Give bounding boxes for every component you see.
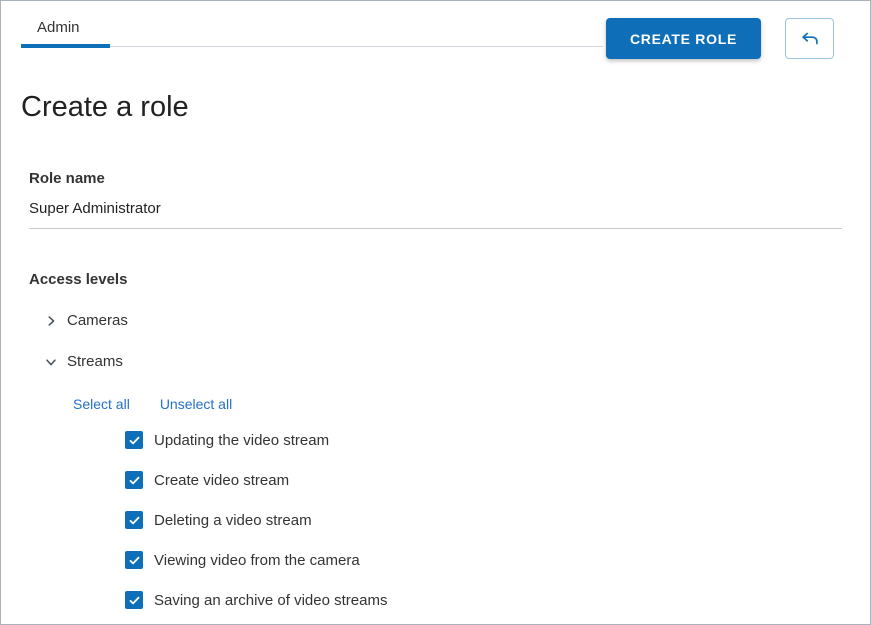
access-levels-section: Access levels Cameras Streams Select all… — [29, 271, 842, 612]
permission-label: Viewing video from the camera — [154, 552, 360, 569]
undo-arrow-icon — [799, 28, 821, 50]
permission-label: Create video stream — [154, 472, 289, 489]
group-cameras-label: Cameras — [67, 312, 128, 329]
permission-label: Deleting a video stream — [154, 512, 312, 529]
chevron-down-icon — [43, 354, 59, 370]
role-name-input[interactable] — [29, 200, 842, 229]
permission-row: Viewing video from the camera — [29, 548, 842, 572]
permission-label: Saving an archive of video streams — [154, 592, 387, 609]
permissions-list: Updating the video stream Create video s… — [29, 428, 842, 612]
group-cameras[interactable]: Cameras — [29, 312, 842, 329]
page-title: Create a role — [21, 91, 870, 124]
bulk-select-links: Select all Unselect all — [29, 396, 842, 412]
permission-label: Updating the video stream — [154, 432, 329, 449]
permission-row: Create video stream — [29, 468, 842, 492]
role-name-field: Role name — [29, 170, 842, 229]
permission-row: Updating the video stream — [29, 428, 842, 452]
access-levels-label: Access levels — [29, 271, 842, 288]
group-streams-label: Streams — [67, 353, 123, 370]
create-role-page: Admin CREATE ROLE Create a role Role nam… — [0, 0, 871, 625]
role-name-label: Role name — [29, 170, 842, 187]
permission-row: Saving an archive of video streams — [29, 588, 842, 612]
top-bar: Admin CREATE ROLE — [1, 1, 870, 65]
group-streams[interactable]: Streams — [29, 353, 842, 370]
tab-bar: Admin — [21, 11, 603, 47]
create-role-button[interactable]: CREATE ROLE — [606, 18, 761, 59]
checkbox-checked-icon[interactable] — [125, 511, 143, 529]
chevron-right-icon — [43, 313, 59, 329]
top-bar-actions: CREATE ROLE — [606, 18, 834, 59]
checkbox-checked-icon[interactable] — [125, 431, 143, 449]
tab-admin-label: Admin — [37, 19, 80, 36]
checkbox-checked-icon[interactable] — [125, 551, 143, 569]
checkbox-checked-icon[interactable] — [125, 471, 143, 489]
unselect-all-link[interactable]: Unselect all — [160, 396, 232, 412]
back-button[interactable] — [785, 18, 834, 59]
select-all-link[interactable]: Select all — [73, 396, 130, 412]
permission-row: Deleting a video stream — [29, 508, 842, 532]
checkbox-checked-icon[interactable] — [125, 591, 143, 609]
tab-admin[interactable]: Admin — [21, 11, 110, 48]
